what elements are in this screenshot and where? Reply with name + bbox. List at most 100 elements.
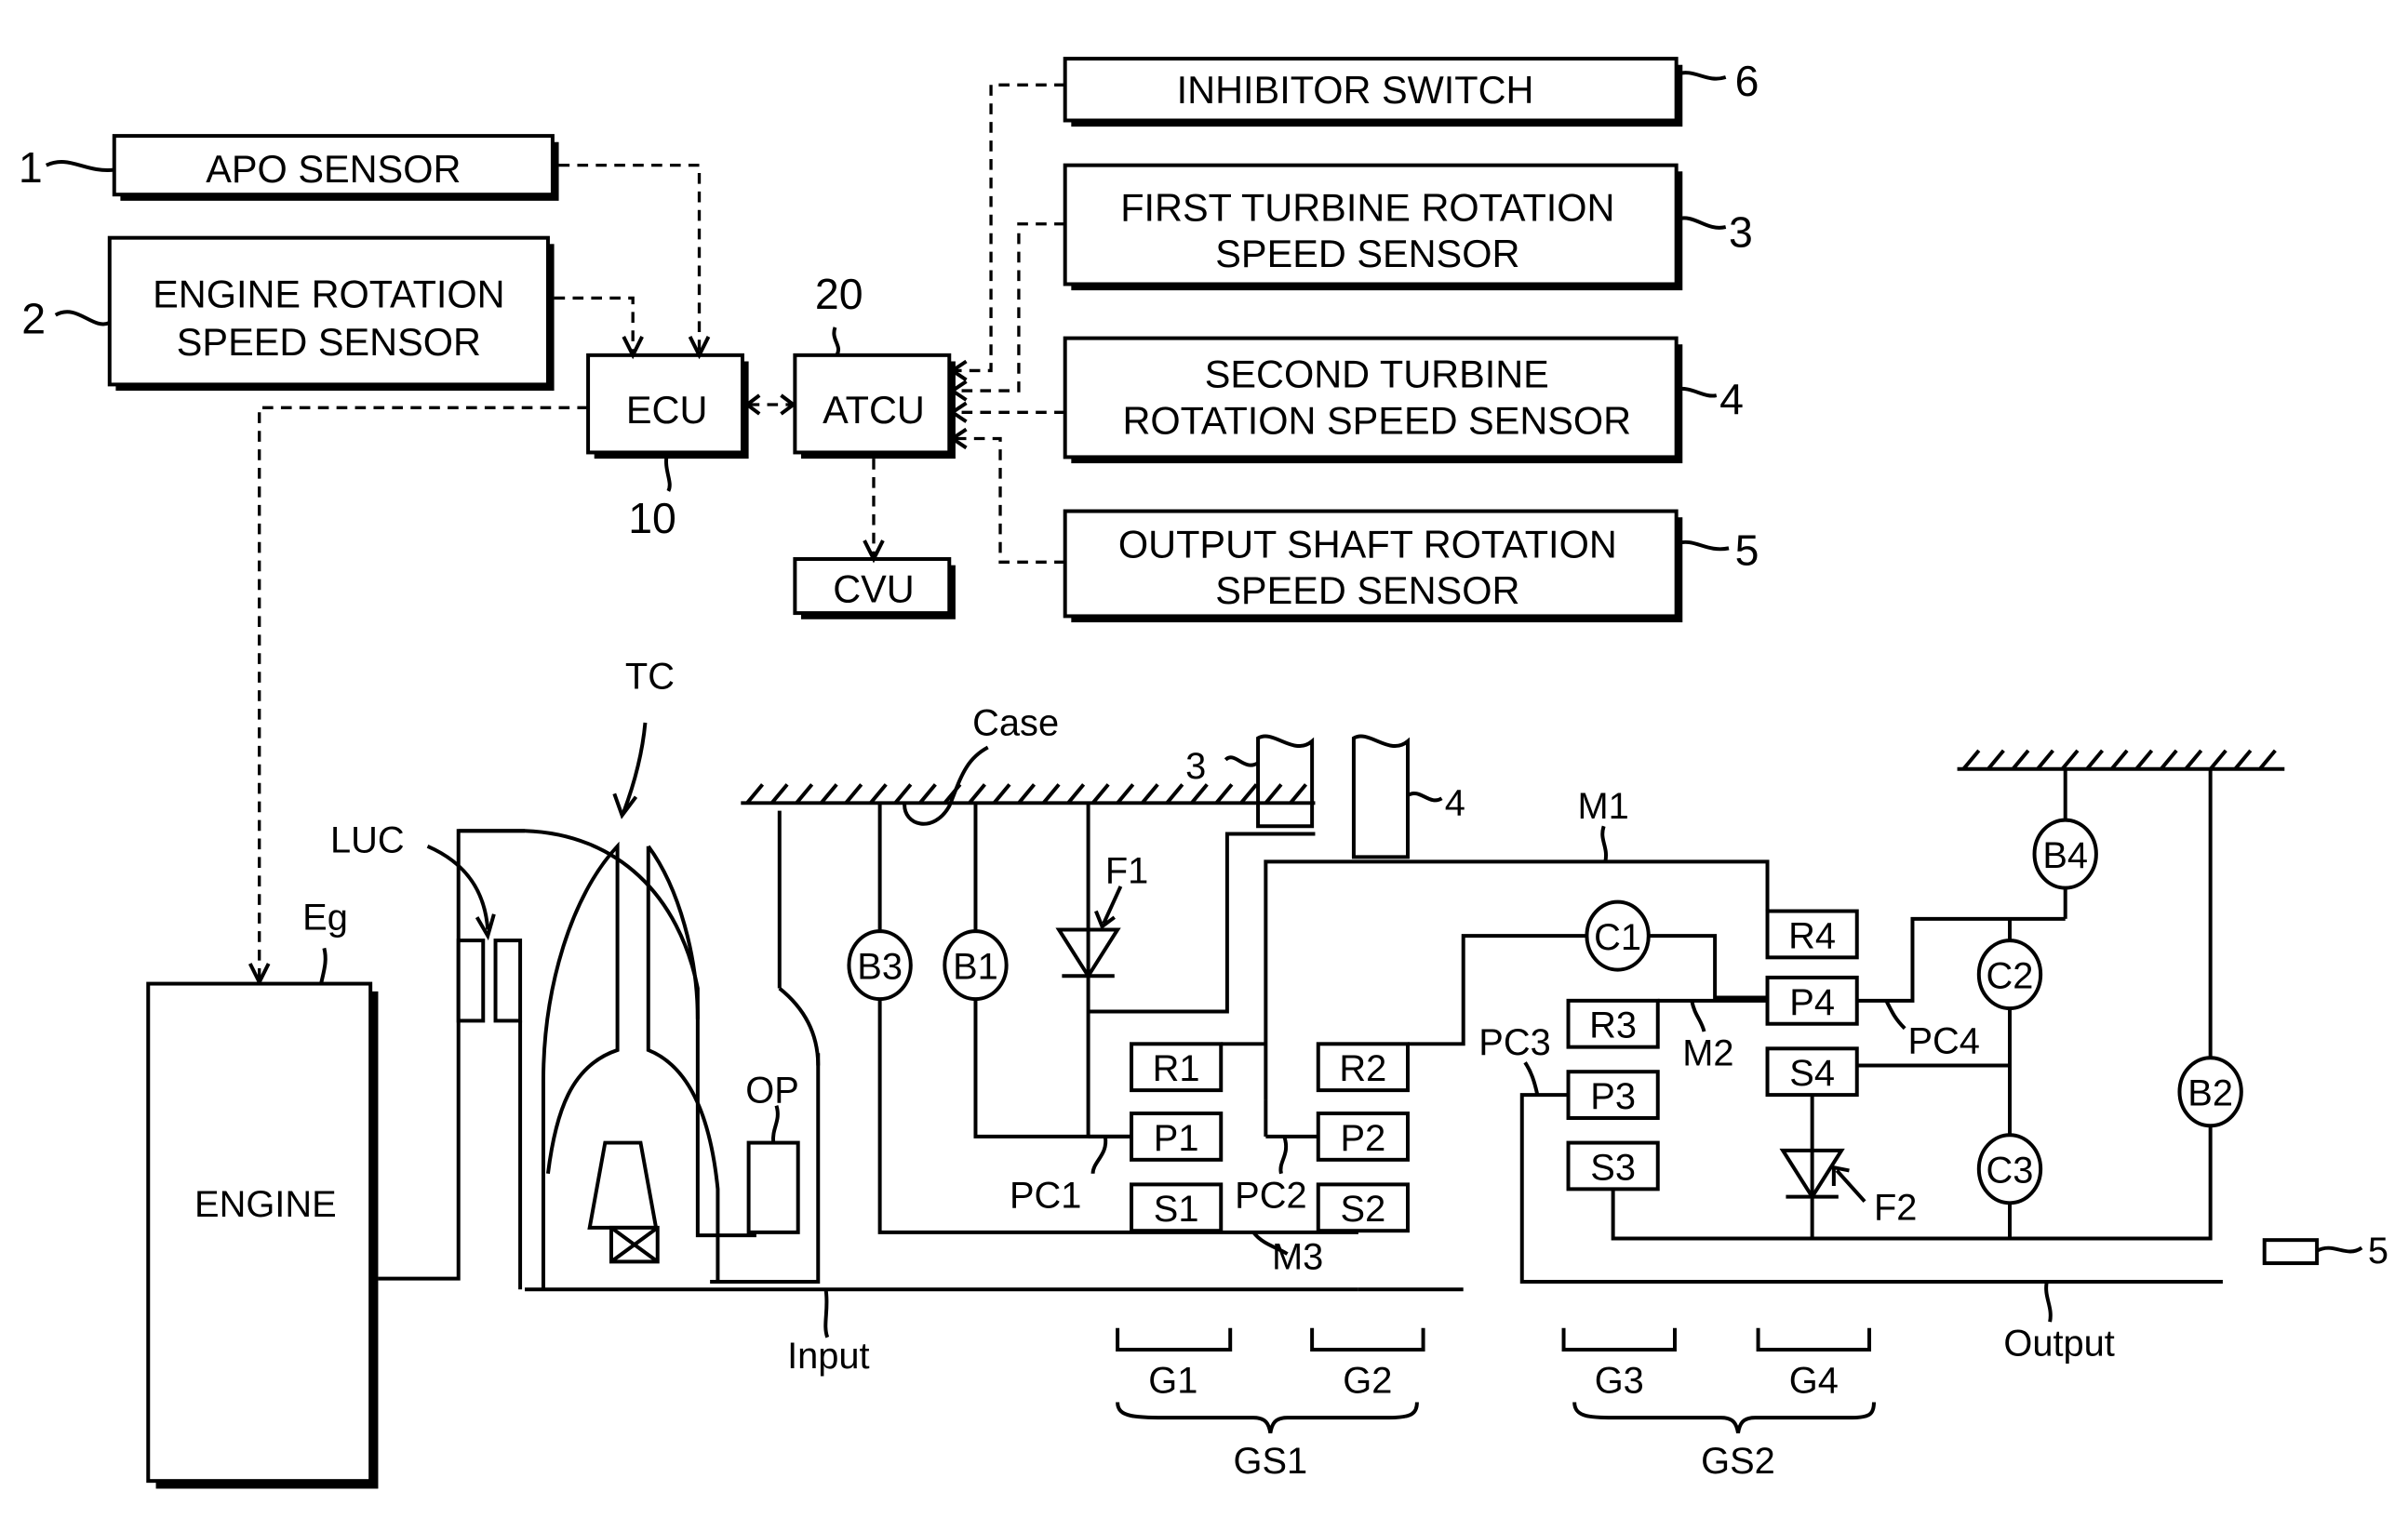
f1-label: F1 [1105, 851, 1148, 892]
sensor-3-leader [1224, 755, 1260, 767]
eg-leader [319, 947, 328, 984]
op-label: OP [745, 1070, 799, 1111]
sensor-4-probe [1351, 734, 1410, 859]
b3-label: B3 [857, 947, 903, 988]
torque-converter [458, 829, 756, 1290]
sensor-3-ref: 3 [1185, 746, 1206, 787]
ref-leader-3 [1676, 216, 1727, 230]
cvu-block: CVU [793, 557, 956, 619]
s4-label: S4 [1789, 1053, 1835, 1094]
pc2-label: PC2 [1235, 1175, 1306, 1216]
inhibitor-switch-block: INHIBITOR SWITCH [1063, 57, 1683, 127]
pc4-leader [1884, 999, 1906, 1031]
r1-label: R1 [1153, 1048, 1200, 1089]
m2-leader [1690, 1000, 1706, 1032]
sensor-4-leader [1406, 792, 1443, 803]
p1-label: P1 [1154, 1118, 1199, 1159]
first-turbine-line1: FIRST TURBINE ROTATION [1120, 185, 1614, 229]
ref-leader-5 [1676, 539, 1730, 552]
m3-label: M3 [1272, 1237, 1323, 1278]
p4-label: P4 [1789, 982, 1835, 1023]
s3-label: S3 [1590, 1147, 1636, 1188]
f1-leader [1094, 886, 1123, 930]
ecu-to-engine-line [258, 406, 589, 979]
stator [587, 1140, 659, 1230]
case-label: Case [972, 702, 1059, 743]
input-leader [823, 1288, 830, 1338]
pc1-leader [1090, 1136, 1108, 1175]
ref-4: 4 [1719, 375, 1744, 423]
atcu-label: ATCU [823, 388, 925, 432]
engine-block: ENGINE [146, 981, 379, 1489]
ref-20: 20 [815, 270, 863, 318]
c1-label: C1 [1594, 917, 1641, 958]
first-turbine-to-atcu-line [954, 222, 1065, 393]
second-turbine-line2: ROTATION SPEED SENSOR [1122, 399, 1631, 443]
engine-sensor-to-ecu-line [554, 296, 635, 353]
group-brackets: G1 G2 G3 G4 GS1 GS2 [1116, 1327, 1876, 1482]
ref-2: 2 [21, 295, 46, 343]
sensor-5-probe [2262, 1238, 2320, 1266]
luc-label: LUC [330, 819, 405, 860]
oil-pump [746, 1140, 800, 1234]
r2-label: R2 [1339, 1048, 1386, 1089]
b2-label: B2 [2187, 1073, 2233, 1114]
b4-label: B4 [2042, 835, 2088, 876]
lockup-clutch-plate-1 [456, 939, 486, 1023]
m1-label: M1 [1577, 786, 1628, 827]
ref-leader-10 [664, 453, 672, 492]
ref-3: 3 [1729, 208, 1753, 257]
engine-label: ENGINE [194, 1184, 337, 1225]
engine-sensor-line2: SPEED SENSOR [177, 320, 481, 364]
atcu-block: ATCU [793, 353, 956, 459]
f2-label: F2 [1874, 1188, 1917, 1229]
r4-label: R4 [1788, 915, 1836, 956]
sensor-5-leader [2316, 1245, 2363, 1254]
s1-label: S1 [1154, 1189, 1199, 1230]
inhibitor-to-atcu-line [954, 83, 1065, 373]
output-shaft-to-atcu-line [954, 436, 1065, 564]
ecu-block: ECU [586, 353, 749, 459]
output-leader [2044, 1281, 2053, 1323]
input-label: Input [787, 1336, 870, 1377]
pc4-label: PC4 [1907, 1020, 1979, 1061]
engine-output-shaft [378, 829, 526, 1281]
m2-label: M2 [1682, 1033, 1733, 1074]
output-shaft-line2: SPEED SENSOR [1215, 568, 1519, 612]
output-label: Output [2003, 1324, 2115, 1365]
pc2-leader [1278, 1136, 1289, 1175]
second-turbine-line1: SECOND TURBINE [1205, 353, 1549, 396]
eg-label: Eg [302, 897, 348, 938]
pc3-leader [1523, 1061, 1540, 1096]
first-turbine-rotation-speed-sensor-block: FIRST TURBINE ROTATION SPEED SENSOR [1063, 163, 1683, 291]
sensor-3-probe [1256, 734, 1315, 829]
sensor-4-ref: 4 [1445, 783, 1465, 824]
tc-label: TC [625, 656, 675, 697]
ref-1: 1 [19, 143, 43, 192]
b1-label: B1 [953, 947, 998, 988]
b1-to-pc1 [973, 999, 1132, 1138]
second-turbine-rotation-speed-sensor-block: SECOND TURBINE ROTATION SPEED SENSOR [1063, 336, 1683, 464]
s2-label: S2 [1341, 1189, 1386, 1230]
engine-sensor-line1: ENGINE ROTATION [153, 272, 504, 315]
case-ground-left [741, 783, 1316, 806]
g2-label: G2 [1343, 1361, 1392, 1402]
apo-sensor-label: APO SENSOR [206, 147, 461, 191]
c2-label: C2 [1987, 956, 2034, 997]
op-leader [771, 1105, 780, 1143]
c3-label: C3 [1987, 1151, 2034, 1192]
r3-label: R3 [1589, 1005, 1637, 1046]
case-ground-right [1957, 749, 2285, 771]
cvu-label: CVU [833, 566, 915, 610]
g1-label: G1 [1148, 1361, 1197, 1402]
gs1-label: GS1 [1233, 1441, 1307, 1482]
ref-5: 5 [1735, 526, 1759, 575]
apo-sensor-block: APO SENSOR [112, 134, 559, 201]
ref-6: 6 [1735, 57, 1759, 105]
g3-label: G3 [1595, 1361, 1644, 1402]
sensor-5-ref: 5 [2368, 1231, 2388, 1272]
first-turbine-line2: SPEED SENSOR [1215, 232, 1519, 275]
engine-rotation-speed-sensor-block: ENGINE ROTATION SPEED SENSOR [107, 235, 555, 392]
pc1-label: PC1 [1010, 1175, 1081, 1216]
pc3-label: PC3 [1478, 1022, 1550, 1063]
